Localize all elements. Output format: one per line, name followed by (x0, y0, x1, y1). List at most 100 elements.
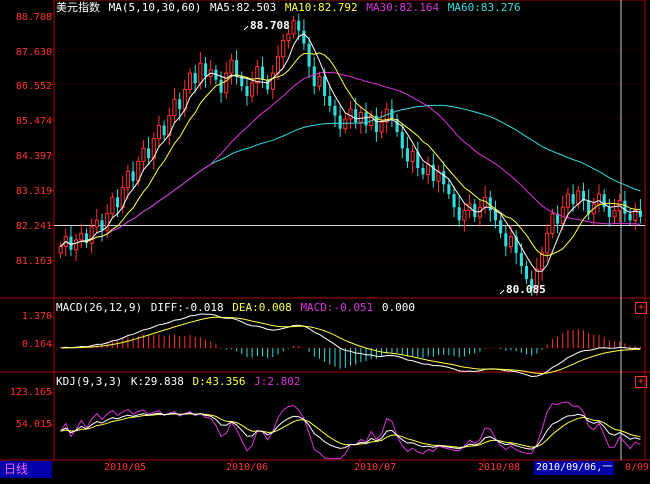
candle-body (58, 245, 63, 254)
candle-body (89, 226, 94, 244)
macd-value: MACD:-0.051 (300, 301, 374, 314)
cursor-date-readout: 2010/09/06,一 (534, 461, 615, 475)
candle-body (147, 148, 151, 159)
candle-body (198, 62, 203, 84)
candle-body (410, 151, 415, 162)
candle-body (400, 131, 404, 149)
candle-body (235, 60, 239, 77)
candle-body (638, 210, 642, 218)
candle-body (302, 30, 306, 44)
macd-expand-button[interactable]: + (635, 302, 647, 314)
y-tick-label: 88.708 (15, 12, 52, 23)
candle-body (224, 72, 229, 94)
low-marker (499, 289, 505, 295)
candle-body (447, 184, 451, 195)
candle-body (571, 194, 575, 204)
candle-body (379, 121, 384, 133)
ma-params[interactable]: MA(5,10,30,60) (109, 1, 202, 14)
candle-body (358, 111, 363, 123)
candle-body (519, 252, 523, 267)
candle-body (560, 206, 565, 225)
candle-body (115, 197, 120, 208)
k-value: K:29.838 (130, 375, 184, 388)
kdj-d-line (60, 413, 641, 448)
candle-body (426, 164, 431, 176)
ma30-value: MA30:82.164 (366, 1, 440, 14)
ma5-value: MA5:82.503 (209, 1, 277, 14)
x-axis-label: 2010/07 (354, 462, 397, 473)
candle-body (178, 99, 182, 110)
high-price-label: 88.708 (250, 19, 290, 32)
candle-body (405, 148, 409, 162)
x-axis-label: 2010/05 (104, 462, 147, 473)
candle-body (545, 232, 550, 254)
candle-body (125, 170, 130, 189)
j-value: J:2.802 (254, 375, 301, 388)
high-marker (243, 25, 249, 31)
y-tick-label: 83.319 (15, 186, 52, 197)
x-axis-label: 2010/08 (478, 462, 521, 473)
candle-body (612, 209, 617, 218)
candle-body (141, 147, 146, 162)
candle-body (275, 56, 281, 74)
candle-body (421, 167, 425, 175)
candle-body (596, 193, 602, 205)
kdj-k-line (60, 412, 641, 450)
candle-body (607, 207, 611, 218)
chart-frame (53, 0, 646, 461)
kdj-y-tick-label: 123.165 (9, 387, 52, 398)
candle-body (364, 112, 368, 126)
ma60-value: MA60:83.276 (447, 1, 521, 14)
dea-value: DEA:0.008 (232, 301, 292, 314)
candle-body (79, 232, 84, 241)
daily-period-tab[interactable]: 日线 (0, 461, 52, 478)
candle-body (187, 72, 193, 90)
candle-body (348, 108, 353, 120)
candle-body (260, 66, 265, 80)
candle-body (312, 66, 316, 87)
candle-body (390, 109, 394, 119)
chart-stage[interactable]: 美元指数 MA(5,10,30,60) MA5:82.503 MA10:82.7… (0, 0, 650, 480)
candle-body (462, 209, 467, 221)
candle-body (245, 86, 249, 97)
candle-body (633, 209, 638, 221)
ma10-value: MA10:82.792 (284, 1, 358, 14)
y-tick-label: 85.474 (15, 116, 52, 127)
candle-body (131, 171, 135, 182)
macd-params[interactable]: MACD(26,12,9) (56, 301, 142, 314)
candle-body (229, 59, 234, 74)
candle-body (317, 75, 322, 87)
macd-legend: MACD(26,12,9) DIFF:-0.018 DEA:0.008 MACD… (56, 301, 417, 315)
stock-chart-canvas[interactable] (0, 0, 650, 480)
candle-body (576, 190, 581, 205)
candle-body (307, 43, 311, 67)
d-value: D:43.356 (192, 375, 246, 388)
kdj-legend: KDJ(9,3,3) K:29.838 D:43.356 J:2.802 (56, 375, 302, 389)
candle-body (338, 115, 342, 129)
candle-body (504, 233, 508, 247)
candle-body (442, 171, 446, 185)
main-legend: 美元指数 MA(5,10,30,60) MA5:82.503 MA10:82.7… (56, 1, 523, 15)
candle-body (628, 213, 632, 221)
kdj-expand-button[interactable]: + (635, 376, 647, 388)
x-axis-right-label: 0/09 (625, 462, 650, 473)
candle-body (297, 20, 301, 31)
candle-body (110, 196, 115, 215)
diff-value: DIFF:-0.018 (150, 301, 224, 314)
candle-body (162, 125, 166, 136)
candle-body (323, 76, 327, 97)
candle-body (524, 266, 529, 280)
candle-body (493, 210, 498, 221)
kdj-params[interactable]: KDJ(9,3,3) (56, 375, 122, 388)
candle-body (74, 239, 79, 251)
candle-body (602, 194, 606, 208)
macd-y-tick-label: 0.164 (21, 339, 52, 350)
macd-diff-line (60, 313, 641, 378)
candle-body (203, 63, 208, 77)
candle-body (193, 73, 197, 83)
x-axis-label: 2010/06 (226, 462, 269, 473)
candle-body (255, 66, 260, 84)
candle-body (333, 105, 337, 116)
candle-body (266, 79, 270, 90)
candle-body (539, 252, 545, 270)
